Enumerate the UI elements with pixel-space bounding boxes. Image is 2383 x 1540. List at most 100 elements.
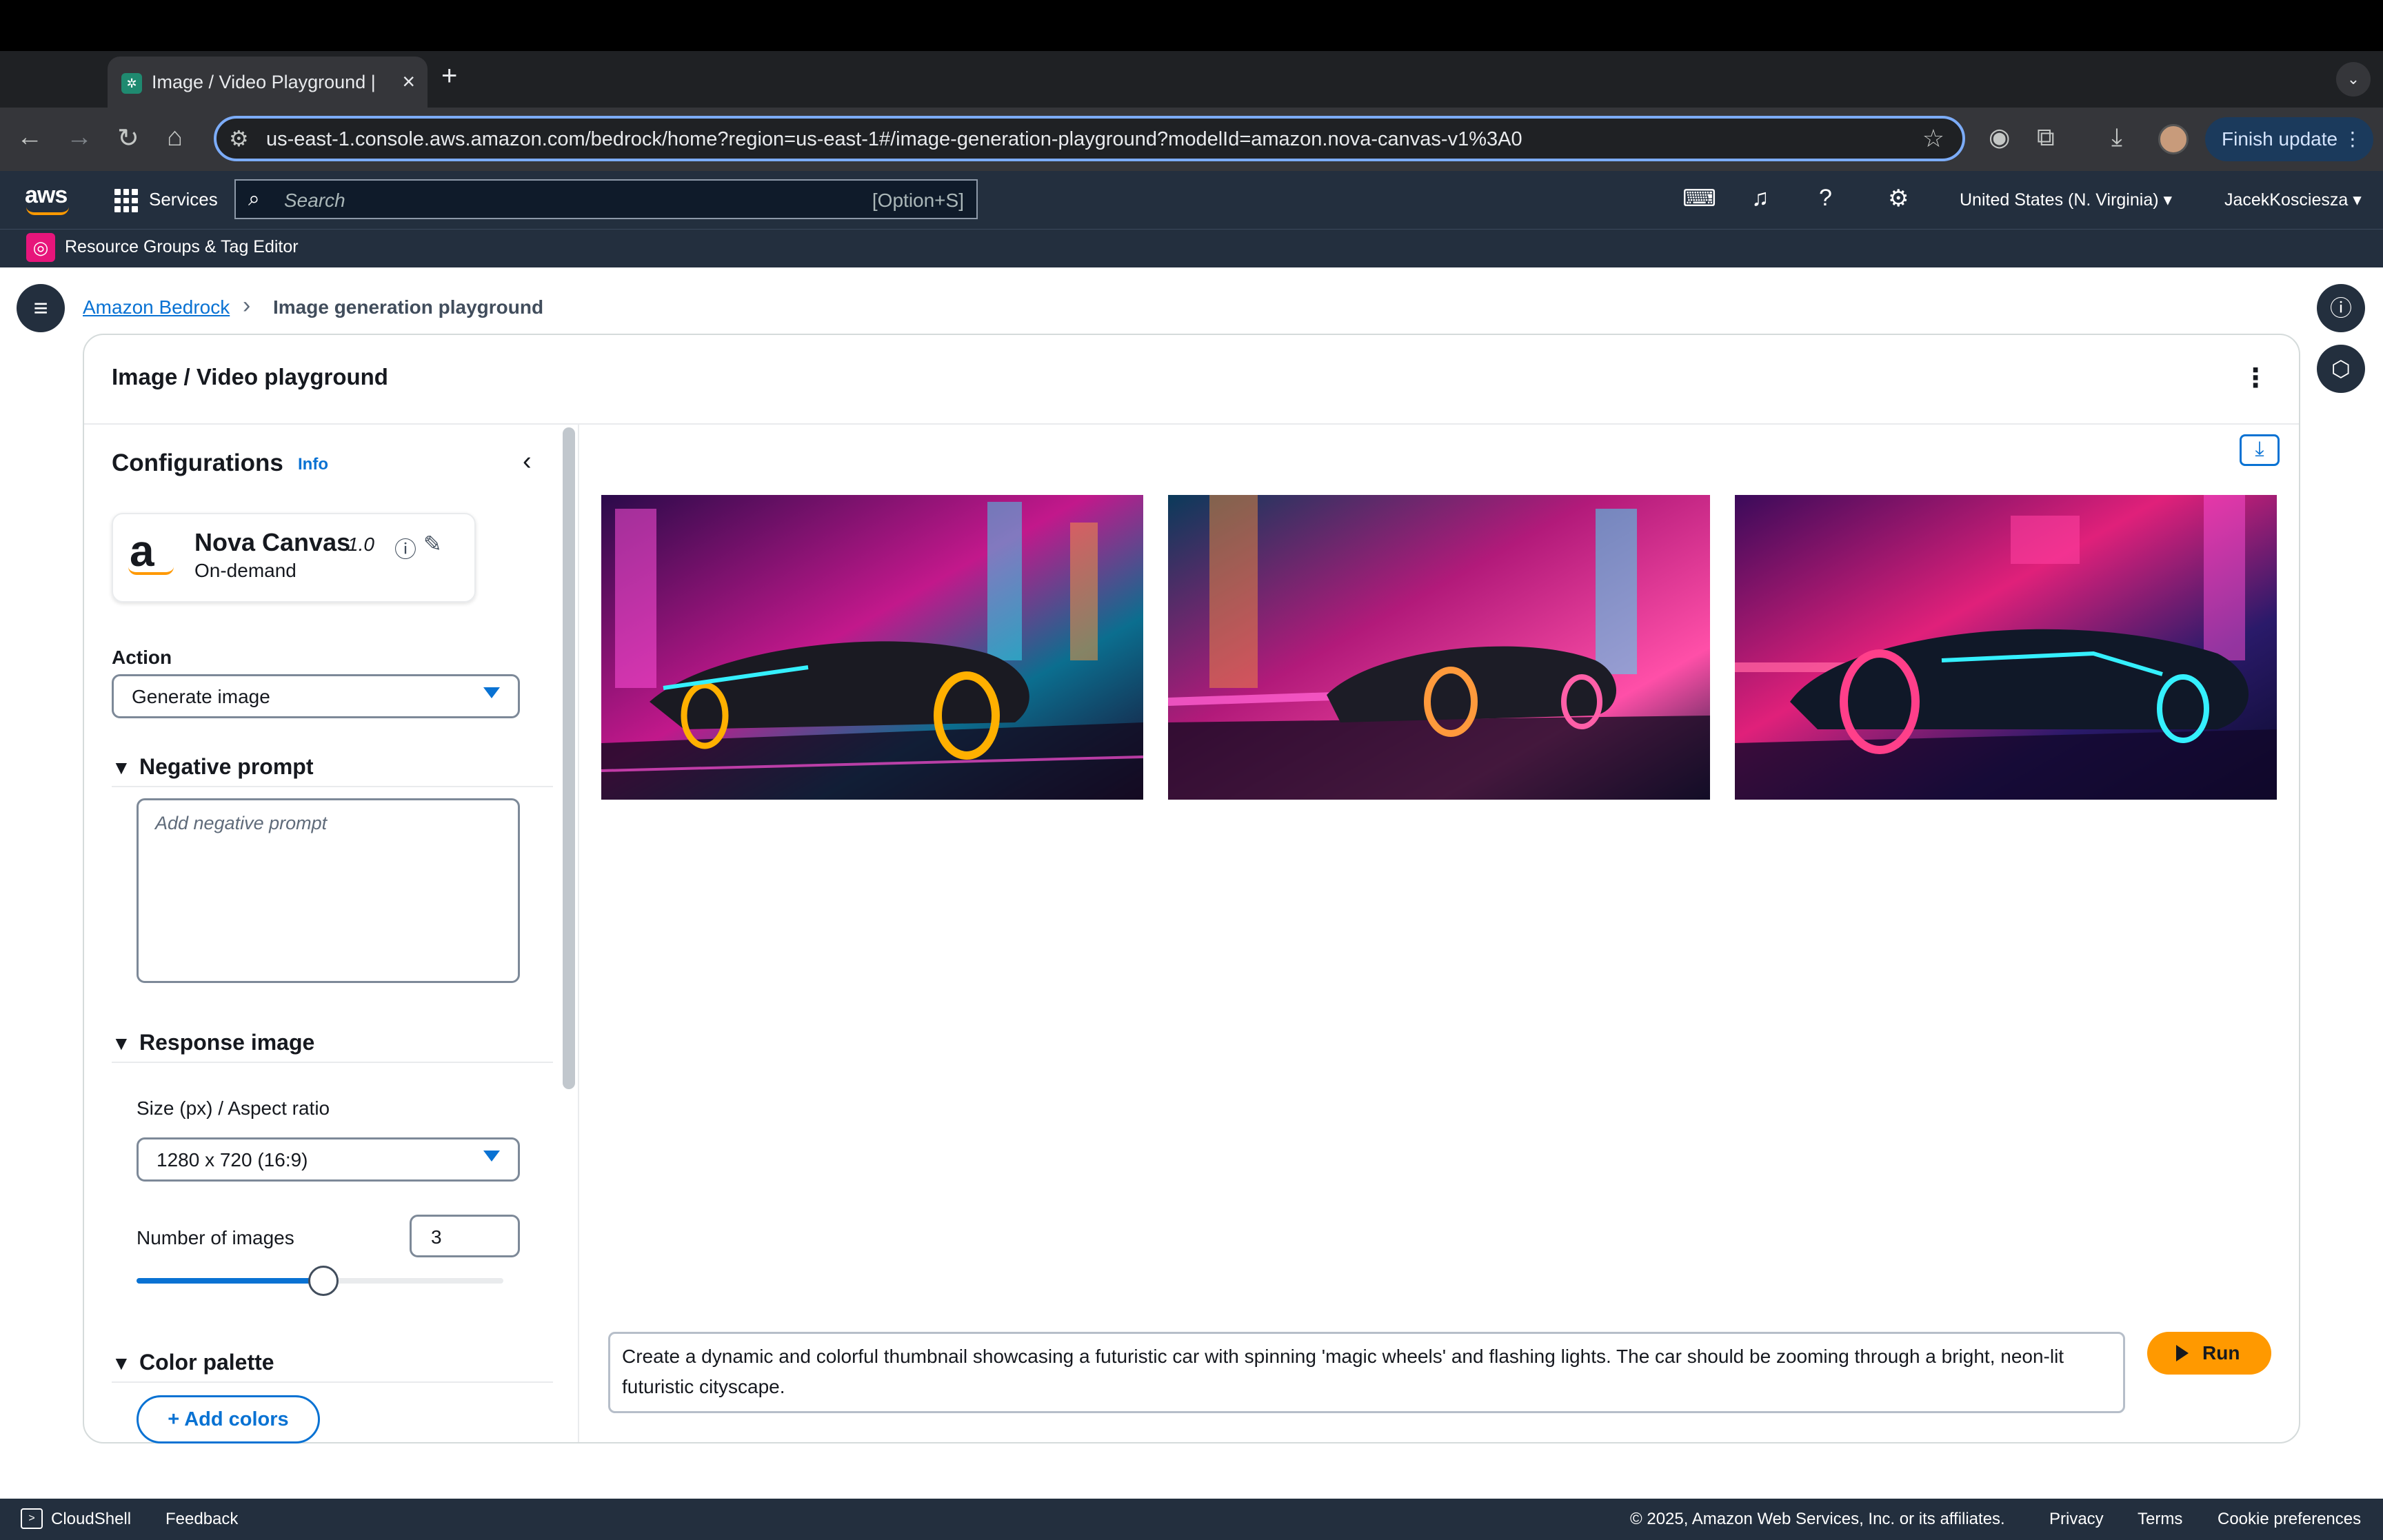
region-label: United States (N. Virginia) bbox=[1960, 190, 2159, 210]
panel-divider bbox=[578, 425, 579, 1442]
bookmark-star-icon[interactable]: ☆ bbox=[1922, 124, 1944, 153]
expand-caret-icon[interactable]: ▼ bbox=[112, 757, 131, 779]
negative-prompt-section[interactable]: Negative prompt bbox=[139, 754, 313, 780]
collapse-panel-icon[interactable]: ‹ bbox=[523, 447, 532, 476]
url-text: us-east-1.console.aws.amazon.com/bedrock… bbox=[266, 128, 1522, 150]
aws-favorites-bar bbox=[0, 229, 2383, 267]
num-images-slider-fill bbox=[137, 1278, 323, 1284]
profile-avatar[interactable] bbox=[2158, 124, 2189, 154]
console-footer bbox=[0, 1499, 2383, 1540]
play-icon bbox=[2176, 1345, 2189, 1361]
generated-image-1[interactable] bbox=[601, 495, 1143, 800]
expand-caret-icon[interactable]: ▼ bbox=[112, 1352, 131, 1375]
forward-icon[interactable]: → bbox=[66, 123, 92, 152]
action-value: Generate image bbox=[132, 686, 270, 707]
aws-smile-icon bbox=[26, 207, 69, 215]
negative-prompt-textarea[interactable]: Add negative prompt bbox=[137, 798, 520, 983]
size-value: 1280 x 720 (16:9) bbox=[157, 1149, 308, 1171]
cloudshell-link[interactable]: CloudShell bbox=[51, 1510, 131, 1529]
new-tab-icon[interactable]: + bbox=[441, 61, 457, 92]
services-menu[interactable]: Services bbox=[149, 189, 218, 210]
privacy-link[interactable]: Privacy bbox=[2049, 1510, 2104, 1529]
copyright-text: © 2025, Amazon Web Services, Inc. or its… bbox=[1630, 1510, 2005, 1528]
cookie-preferences-link[interactable]: Cookie preferences bbox=[2218, 1510, 2361, 1529]
run-label: Run bbox=[2202, 1342, 2240, 1364]
notifications-bell-icon[interactable]: ♫ bbox=[1751, 185, 1769, 212]
model-info-icon[interactable]: ⓘ bbox=[394, 532, 416, 564]
configurations-info-link[interactable]: Info bbox=[298, 455, 328, 474]
expand-caret-icon[interactable]: ▼ bbox=[112, 1033, 131, 1055]
breadcrumb-current: Image generation playground bbox=[273, 296, 544, 318]
info-panel-icon[interactable]: ⓘ bbox=[2317, 284, 2365, 332]
terms-link[interactable]: Terms bbox=[2138, 1510, 2182, 1529]
region-selector[interactable]: United States (N. Virginia) ▾ bbox=[1960, 190, 2172, 210]
site-info-icon[interactable]: ⚙ bbox=[229, 125, 249, 152]
card-divider bbox=[84, 423, 2299, 425]
action-select[interactable]: Generate image bbox=[112, 674, 520, 718]
feedback-link[interactable]: Feedback bbox=[165, 1510, 238, 1529]
generated-image-2[interactable] bbox=[1168, 495, 1710, 800]
tab-title: Image / Video Playground | Amazon Bedroc… bbox=[152, 72, 379, 92]
size-label: Size (px) / Aspect ratio bbox=[137, 1097, 330, 1119]
section-divider bbox=[112, 1062, 553, 1063]
search-input[interactable]: ⌕ Search [Option+S] bbox=[234, 179, 978, 219]
bedrock-favicon-icon: ✲ bbox=[121, 73, 142, 94]
size-select[interactable]: 1280 x 720 (16:9) bbox=[137, 1137, 520, 1182]
password-manager-icon[interactable]: ◉ bbox=[1989, 123, 2010, 152]
extensions-icon[interactable]: ⧉ bbox=[2037, 123, 2055, 152]
settings-gear-icon[interactable]: ⚙ bbox=[1888, 185, 1909, 212]
section-divider bbox=[112, 1381, 553, 1383]
account-menu[interactable]: JacekKoscieszа ▾ bbox=[2224, 190, 2362, 210]
config-scrollbar[interactable] bbox=[563, 427, 575, 1089]
add-colors-label: Add colors bbox=[184, 1408, 289, 1430]
breadcrumb-chevron-icon: › bbox=[243, 292, 251, 318]
resource-groups-icon[interactable]: ◎ bbox=[26, 233, 55, 262]
account-label: JacekKoscieszа bbox=[2224, 190, 2349, 210]
edit-model-icon[interactable]: ✎ bbox=[423, 531, 442, 557]
aws-logo[interactable]: aws bbox=[25, 182, 68, 209]
breadcrumb-amazon-bedrock[interactable]: Amazon Bedrock bbox=[83, 296, 230, 318]
services-grid-icon[interactable] bbox=[114, 189, 138, 212]
amazon-smile-icon bbox=[128, 567, 174, 575]
reload-icon[interactable]: ↻ bbox=[117, 123, 139, 154]
back-icon[interactable]: ← bbox=[17, 123, 43, 152]
help-icon[interactable]: ? bbox=[1819, 185, 1832, 212]
add-colors-button[interactable]: + Add colors bbox=[137, 1395, 320, 1443]
resource-groups-link[interactable]: Resource Groups & Tag Editor bbox=[65, 237, 299, 257]
caret-down-icon bbox=[483, 1151, 500, 1162]
close-tab-icon[interactable]: × bbox=[402, 69, 415, 94]
num-images-value: 3 bbox=[431, 1226, 442, 1248]
cloudshell-icon[interactable]: ⌨ bbox=[1682, 185, 1716, 212]
page-title: Image / Video playground bbox=[112, 364, 388, 389]
tab-search-icon[interactable]: ⌄ bbox=[2336, 62, 2371, 97]
more-options-icon[interactable]: ⋮ bbox=[2242, 363, 2269, 394]
run-button[interactable]: Run bbox=[2147, 1332, 2271, 1375]
configurations-title: Configurations bbox=[112, 449, 283, 476]
finish-update-button[interactable]: Finish update ⋮ bbox=[2205, 117, 2373, 161]
model-selector-card[interactable] bbox=[112, 513, 476, 602]
caret-down-icon bbox=[483, 687, 500, 698]
num-images-slider-thumb[interactable] bbox=[308, 1266, 339, 1296]
side-nav-toggle-icon[interactable]: ≡ bbox=[17, 284, 65, 332]
cloudshell-footer-icon[interactable]: > bbox=[21, 1508, 43, 1529]
model-throughput: On-demand bbox=[194, 560, 296, 581]
browser-tab[interactable]: ✲ Image / Video Playground | Amazon Bedr… bbox=[108, 57, 428, 108]
response-image-section[interactable]: Response image bbox=[139, 1030, 314, 1055]
action-label: Action bbox=[112, 647, 172, 668]
color-palette-section[interactable]: Color palette bbox=[139, 1350, 274, 1375]
num-images-input[interactable]: 3 bbox=[410, 1215, 520, 1257]
model-version: 1.0 bbox=[348, 534, 374, 555]
home-icon[interactable]: ⌂ bbox=[167, 123, 183, 152]
search-icon: ⌕ bbox=[248, 188, 260, 210]
finish-update-label: Finish update bbox=[2222, 128, 2338, 150]
section-divider bbox=[112, 786, 553, 787]
help-panel-icon[interactable]: ⬡ bbox=[2317, 345, 2365, 393]
download-icon[interactable]: ⤓ bbox=[2240, 434, 2280, 466]
generated-image-3[interactable] bbox=[1735, 495, 2277, 800]
model-name: Nova Canvas bbox=[194, 528, 351, 556]
address-bar[interactable]: ⚙ us-east-1.console.aws.amazon.com/bedro… bbox=[214, 116, 1965, 161]
negative-prompt-placeholder: Add negative prompt bbox=[155, 813, 328, 833]
downloads-icon[interactable]: ⤓ bbox=[2111, 123, 2122, 152]
num-images-label: Number of images bbox=[137, 1227, 294, 1248]
prompt-text: Create a dynamic and colorful thumbnail … bbox=[622, 1346, 2064, 1397]
